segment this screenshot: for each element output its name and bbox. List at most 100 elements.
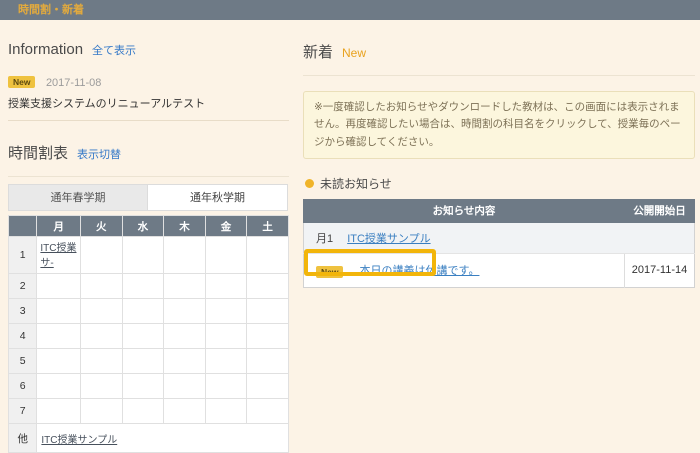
timetable-cell (164, 324, 206, 349)
timetable-cell (247, 399, 289, 424)
day-header-tue: 火 (81, 216, 123, 237)
period-label: 7 (9, 399, 37, 424)
timetable-cell (37, 299, 81, 324)
timetable-cell-mon-1: ITC授業サ‐ (37, 237, 81, 274)
tab-spring-semester[interactable]: 通年春学期 (8, 184, 148, 211)
period-label: 1 (9, 237, 37, 274)
timetable-cell (164, 399, 206, 424)
timetable-cell (164, 237, 206, 274)
column-header-content: お知らせ内容 (304, 199, 625, 222)
content-columns: Information 全て表示 New 2017-11-08 授業支援システム… (0, 20, 700, 453)
show-all-link[interactable]: 全て表示 (92, 42, 136, 58)
period-label: 3 (9, 299, 37, 324)
page-title: 時間割・新着 (18, 4, 84, 16)
timetable-cell (81, 237, 123, 274)
period-label: 他 (9, 424, 37, 453)
day-header-fri: 金 (205, 216, 247, 237)
arrivals-title: 新着 (303, 41, 333, 62)
timetable-cell (122, 349, 164, 374)
timetable-cell (122, 374, 164, 399)
timetable-row-1: 1 ITC授業サ‐ (9, 237, 289, 274)
announcement-row: New 本日の講義は休講です。 2017-11-14 (304, 253, 695, 287)
timetable-cell (205, 349, 247, 374)
bullet-icon (305, 179, 314, 188)
timetable-cell (247, 349, 289, 374)
timetable-row-4: 4 (9, 324, 289, 349)
announcement-link[interactable]: 本日の講義は休講です。 (360, 265, 480, 277)
timetable-row-2: 2 (9, 274, 289, 299)
timetable-row-other: 他 ITC授業サンプル (9, 424, 289, 453)
timetable-cell (81, 349, 123, 374)
timetable-cell (122, 274, 164, 299)
timetable-cell (247, 274, 289, 299)
period-label: 6 (9, 374, 37, 399)
unread-title: 未読お知らせ (320, 175, 392, 192)
timetable-cell (205, 274, 247, 299)
new-badge: New (316, 266, 343, 278)
announcements-table: お知らせ内容 公開開始日 月1 ITC授業サンプル New 本 (303, 199, 695, 288)
timetable-cell (81, 274, 123, 299)
period-label: 2 (9, 274, 37, 299)
timetable-cell (122, 324, 164, 349)
day-header-mon: 月 (37, 216, 81, 237)
timetable-cell (205, 324, 247, 349)
timetable-cell (164, 299, 206, 324)
timetable-cell-other: ITC授業サンプル (37, 424, 289, 453)
announcement-date: 2017-11-14 (625, 253, 695, 287)
timetable-cell (122, 299, 164, 324)
semester-tabs: 通年春学期 通年秋学期 (8, 184, 289, 211)
announcements-header-row: お知らせ内容 公開開始日 (304, 199, 695, 222)
timetable-cell (37, 399, 81, 424)
unread-section-header: 未読お知らせ (305, 175, 695, 192)
timetable-cell (81, 399, 123, 424)
course-link[interactable]: ITC授業サンプル (347, 233, 430, 245)
timetable-cell (205, 399, 247, 424)
timetable-cell (247, 374, 289, 399)
timetable-cell (247, 237, 289, 274)
column-header-date: 公開開始日 (625, 199, 695, 222)
announcement-content-cell: New 本日の講義は休講です。 (304, 253, 625, 287)
course-group-row: 月1 ITC授業サンプル (304, 222, 695, 253)
timetable-cell (247, 324, 289, 349)
timetable-corner-cell (9, 216, 37, 237)
timetable-title: 時間割表 (8, 142, 68, 163)
information-title: Information (8, 41, 83, 58)
announcements-table-wrap: お知らせ内容 公開開始日 月1 ITC授業サンプル New 本 (303, 199, 695, 288)
timetable-row-3: 3 (9, 299, 289, 324)
timetable-header: 時間割表 表示切替 (8, 142, 289, 163)
tab-fall-semester[interactable]: 通年秋学期 (148, 184, 288, 211)
course-link[interactable]: ITC授業サ‐ (40, 243, 76, 269)
timetable-cell (122, 399, 164, 424)
right-column: 新着 New ※一度確認したお知らせやダウンロードした教材は、この画面には表示さ… (303, 20, 695, 453)
timetable-cell (205, 374, 247, 399)
information-header: Information 全て表示 (8, 41, 289, 58)
information-item-meta: New 2017-11-08 (8, 73, 289, 91)
timetable-cell (81, 374, 123, 399)
day-header-sat: 土 (247, 216, 289, 237)
arrivals-header: 新着 New (303, 41, 695, 62)
timetable-cell (81, 324, 123, 349)
timetable-cell (247, 299, 289, 324)
timetable-cell (164, 374, 206, 399)
information-item-text: 授業支援システムのリニューアルテスト (8, 95, 289, 111)
timetable-cell (37, 274, 81, 299)
page-header-bar: 時間割・新着 (0, 0, 700, 20)
toggle-view-link[interactable]: 表示切替 (77, 146, 121, 162)
timetable-row-6: 6 (9, 374, 289, 399)
arrivals-new-label: New (342, 46, 366, 60)
notice-box: ※一度確認したお知らせやダウンロードした教材は、この画面には表示されません。再度… (303, 91, 695, 159)
course-link[interactable]: ITC授業サンプル (41, 435, 117, 446)
timetable-cell (37, 324, 81, 349)
timetable-day-header-row: 月 火 水 木 金 土 (9, 216, 289, 237)
timetable-row-7: 7 (9, 399, 289, 424)
timetable-cell (205, 299, 247, 324)
left-column: Information 全て表示 New 2017-11-08 授業支援システム… (8, 20, 289, 453)
timetable-row-5: 5 (9, 349, 289, 374)
timetable-cell (37, 349, 81, 374)
period-label: 4 (9, 324, 37, 349)
timetable-cell (164, 349, 206, 374)
course-slot-label: 月1 (316, 233, 333, 245)
period-label: 5 (9, 349, 37, 374)
information-item: New 2017-11-08 授業支援システムのリニューアルテスト (8, 73, 289, 121)
course-group-cell: 月1 ITC授業サンプル (304, 222, 695, 253)
